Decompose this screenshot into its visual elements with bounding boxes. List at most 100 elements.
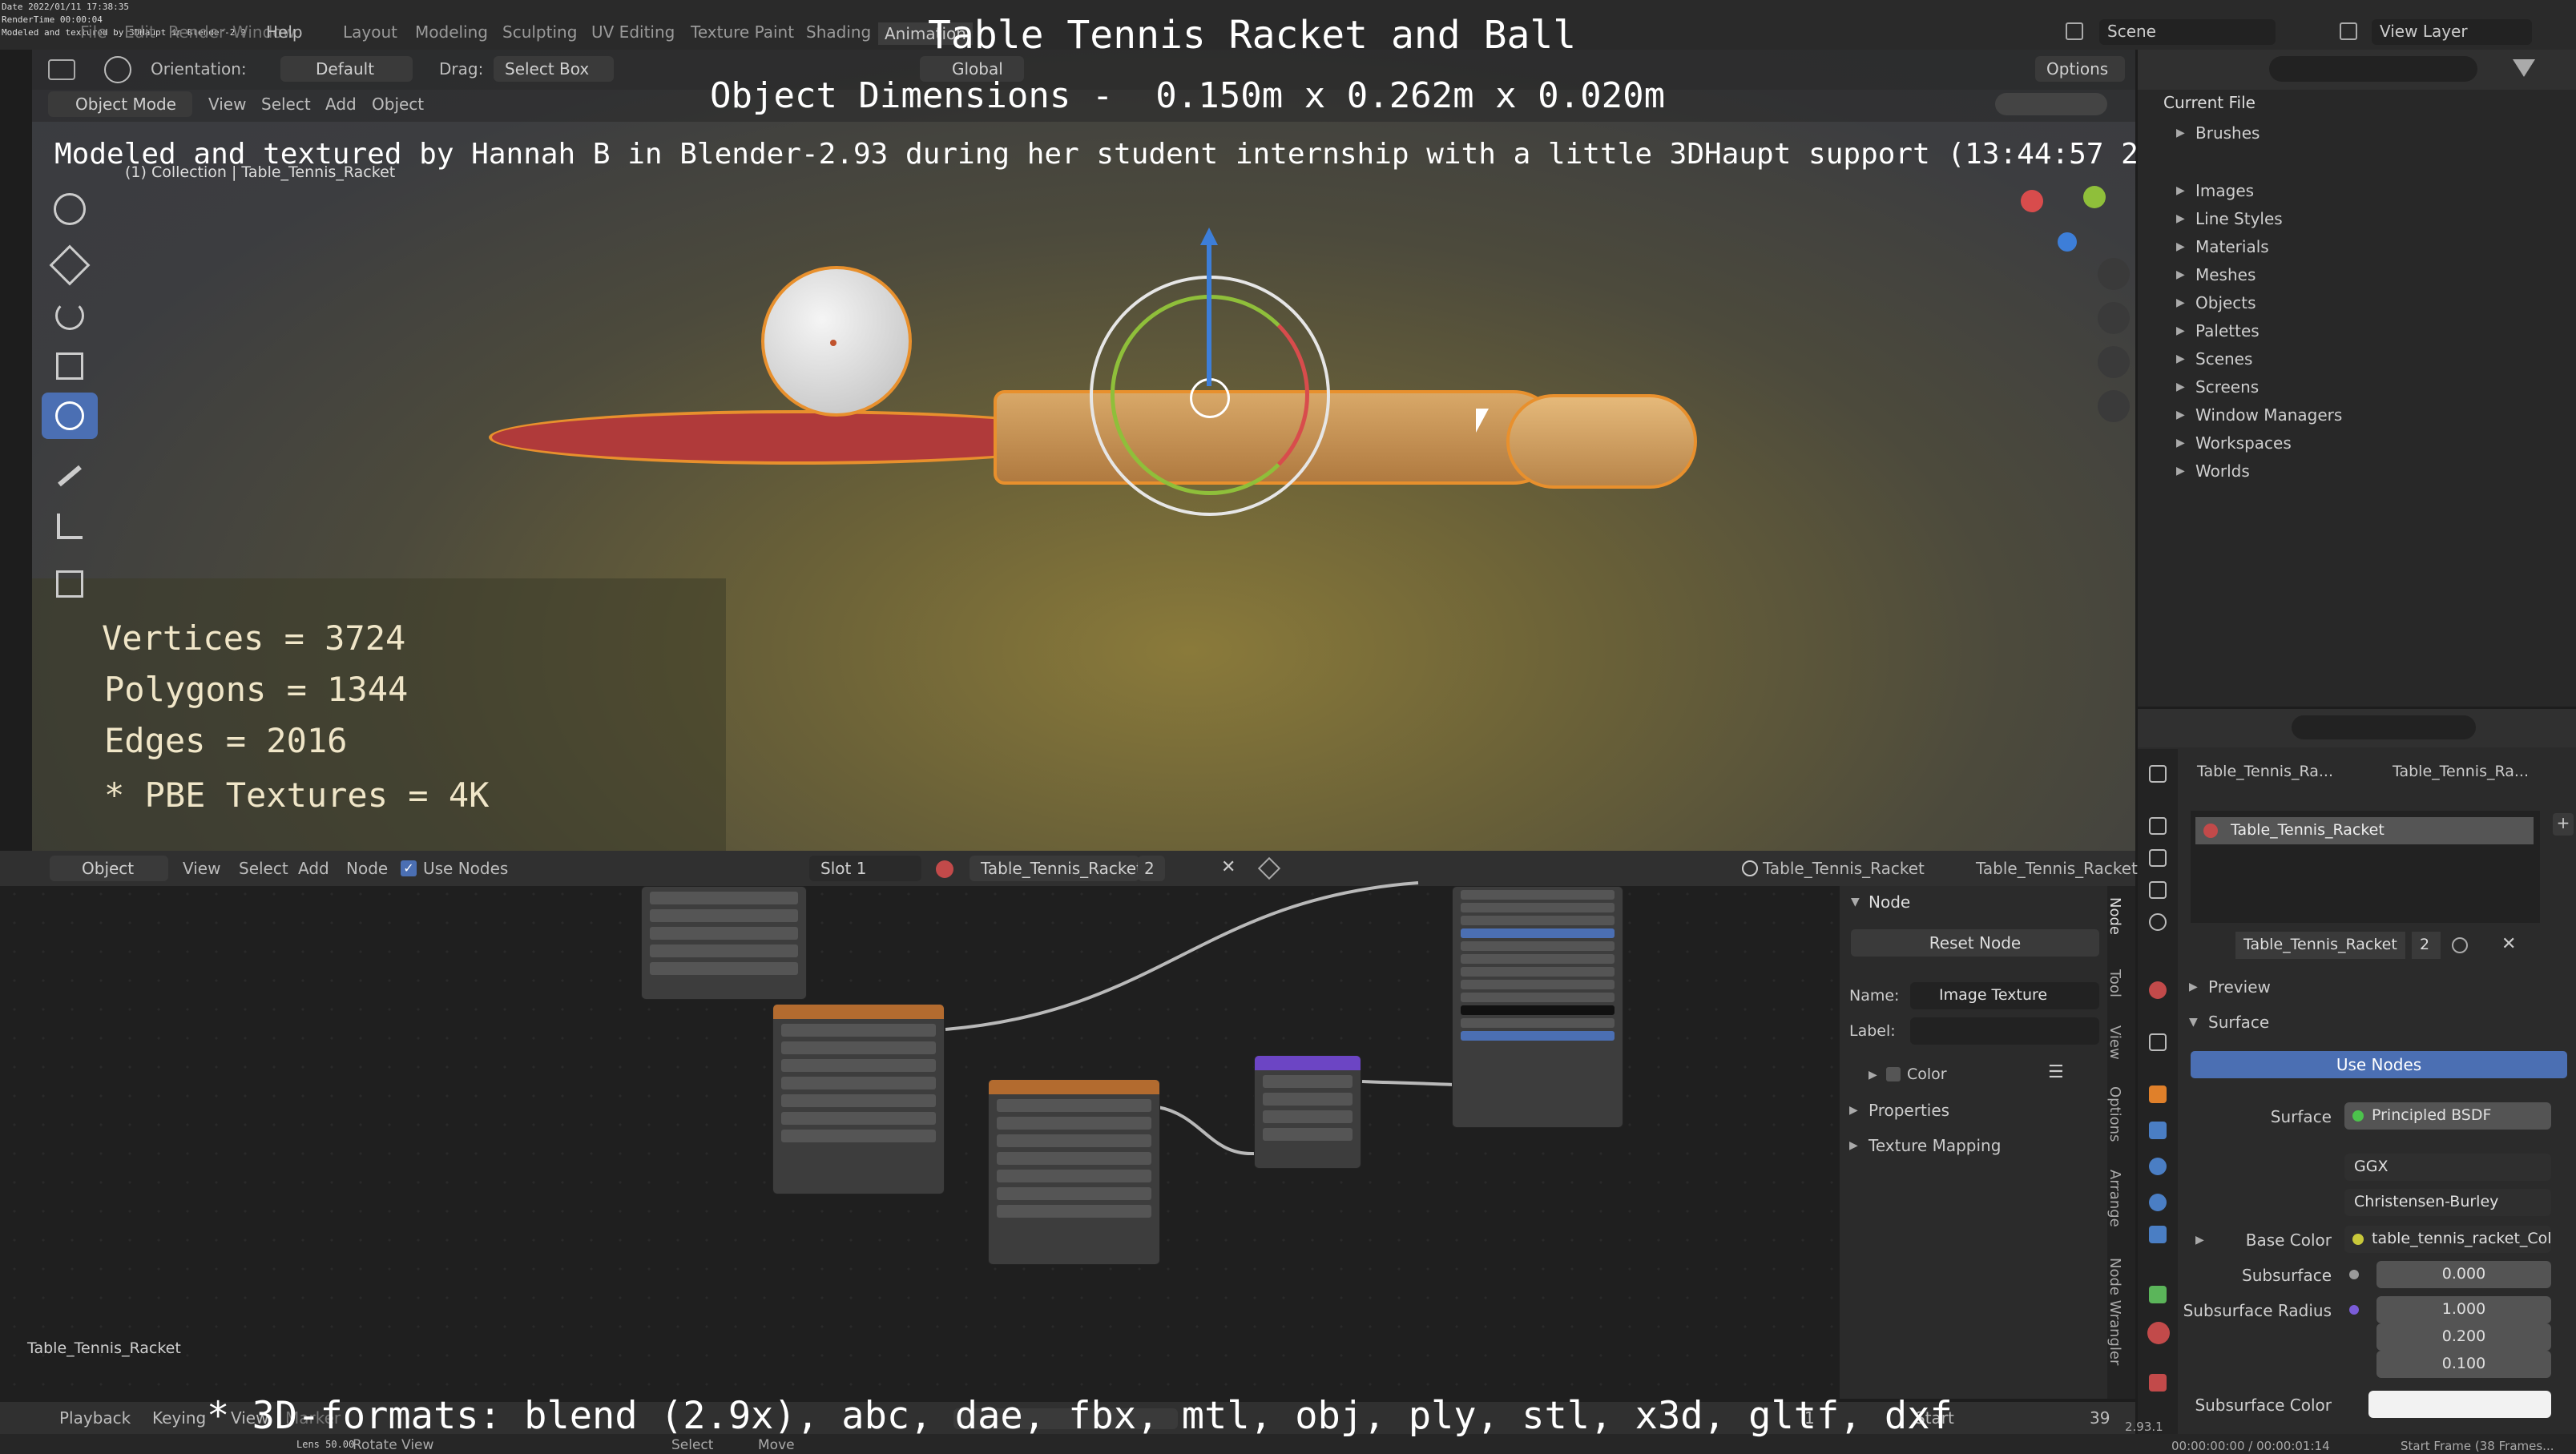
object-menu[interactable]: Object bbox=[372, 95, 424, 114]
select-tool-icon[interactable] bbox=[48, 59, 75, 80]
viewport-shading-buttons[interactable] bbox=[1995, 93, 2107, 115]
fake-user-icon[interactable] bbox=[2452, 937, 2468, 953]
menu-render[interactable]: Render bbox=[168, 22, 225, 42]
tab-texture-paint[interactable]: Texture Paint bbox=[691, 22, 794, 42]
transform-pivot-icon[interactable] bbox=[104, 56, 131, 83]
ortho-grid-icon[interactable] bbox=[2098, 390, 2130, 422]
preview-panel-header[interactable]: Preview bbox=[2208, 977, 2271, 997]
subsurface-radius-y[interactable]: 0.200 bbox=[2376, 1323, 2551, 1351]
outliner-item-worlds[interactable]: Worlds bbox=[2195, 461, 2250, 481]
modifier-tab-icon[interactable] bbox=[2149, 1122, 2167, 1139]
color-list-icon[interactable]: ☰ bbox=[2048, 1062, 2064, 1082]
scene-selector[interactable]: Scene bbox=[2099, 19, 2276, 45]
outliner-item-objects[interactable]: Objects bbox=[2195, 293, 2256, 312]
physics-tab-icon[interactable] bbox=[2149, 1194, 2167, 1211]
drag-dropdown[interactable]: Select Box bbox=[494, 56, 614, 82]
outliner-item-window-managers[interactable]: Window Managers bbox=[2195, 405, 2342, 425]
filter-icon[interactable] bbox=[2513, 59, 2535, 77]
material-tab-icon[interactable] bbox=[2147, 1322, 2170, 1344]
color-checkbox[interactable] bbox=[1886, 1067, 1901, 1081]
nav-gizmo-y[interactable] bbox=[2083, 186, 2106, 208]
texture-tab-icon[interactable] bbox=[2149, 1374, 2167, 1392]
outliner-item-screens[interactable]: Screens bbox=[2195, 377, 2259, 397]
tab-node-wrangler[interactable]: Node Wrangler bbox=[2106, 1258, 2123, 1365]
tab-node[interactable]: Node bbox=[2106, 897, 2123, 935]
expand-line-styles-icon[interactable]: ▶ bbox=[2176, 212, 2185, 225]
options-dropdown[interactable]: Options bbox=[2035, 56, 2125, 82]
menu-edit[interactable]: Edit bbox=[124, 22, 155, 42]
expand-workspaces-icon[interactable]: ▶ bbox=[2176, 437, 2185, 449]
expand-screens-icon[interactable]: ▶ bbox=[2176, 381, 2185, 393]
transform-tool-icon[interactable] bbox=[42, 393, 98, 439]
add-slot-button[interactable]: + bbox=[2553, 813, 2574, 836]
image-texture-node-normal[interactable] bbox=[988, 1079, 1160, 1265]
expand-objects-icon[interactable]: ▶ bbox=[2176, 296, 2185, 309]
annotate-tool-icon[interactable] bbox=[42, 453, 98, 499]
distribution-dropdown[interactable]: GGX bbox=[2344, 1154, 2551, 1181]
world-tab-icon[interactable] bbox=[2149, 981, 2167, 999]
pan-hand-icon[interactable] bbox=[2098, 302, 2130, 334]
preview-panel-toggle[interactable]: ▶ bbox=[2189, 981, 2198, 993]
base-color-texture-field[interactable]: table_tennis_racket_Col.j... bbox=[2344, 1226, 2551, 1253]
camera-view-icon[interactable] bbox=[2098, 346, 2130, 378]
texture-mapping-header[interactable]: Texture Mapping bbox=[1869, 1136, 2001, 1155]
color-section-toggle[interactable]: ▶ bbox=[1869, 1069, 1877, 1081]
properties-section-toggle[interactable]: ▶ bbox=[1849, 1104, 1858, 1117]
outliner-item-materials[interactable]: Materials bbox=[2195, 237, 2269, 256]
object-mode-dropdown[interactable]: Object Mode bbox=[48, 91, 192, 117]
particles-tab-icon[interactable] bbox=[2149, 1158, 2167, 1175]
object-tab-icon[interactable] bbox=[2149, 1085, 2167, 1103]
subsurface-value-field[interactable]: 0.000 bbox=[2376, 1261, 2551, 1288]
menu-file[interactable]: File bbox=[80, 22, 107, 42]
scene-tab-icon[interactable] bbox=[2149, 913, 2167, 931]
breadcrumb-material[interactable]: Table_Tennis_Ra... bbox=[2393, 763, 2529, 780]
tab-shading[interactable]: Shading bbox=[806, 22, 871, 42]
expand-images-icon[interactable]: ▶ bbox=[2176, 184, 2185, 197]
render-tab-icon[interactable] bbox=[2149, 817, 2167, 835]
expand-meshes-icon[interactable]: ▶ bbox=[2176, 268, 2185, 281]
cursor-tool-icon[interactable] bbox=[42, 186, 98, 232]
tab-tool[interactable]: Tool bbox=[2106, 969, 2123, 997]
scale-tool-icon[interactable] bbox=[42, 343, 98, 389]
expand-scenes-icon[interactable]: ▶ bbox=[2176, 352, 2185, 365]
add-menu[interactable]: Add bbox=[325, 95, 357, 114]
output-tab-icon[interactable] bbox=[2149, 849, 2167, 867]
collection-tab-icon[interactable] bbox=[2149, 1033, 2167, 1051]
add-cube-tool-icon[interactable] bbox=[42, 561, 98, 607]
surface-shader-field[interactable]: Principled BSDF bbox=[2344, 1102, 2551, 1130]
tab-modeling[interactable]: Modeling bbox=[415, 22, 488, 42]
tab-layout[interactable]: Layout bbox=[343, 22, 397, 42]
use-nodes-button[interactable]: Use Nodes bbox=[2191, 1051, 2567, 1078]
node-section-header[interactable]: Node bbox=[1869, 892, 1910, 912]
expand-palettes-icon[interactable]: ▶ bbox=[2176, 324, 2185, 337]
unlink-material-icon[interactable]: ✕ bbox=[2501, 934, 2516, 954]
material-users-count[interactable]: 2 bbox=[2412, 932, 2441, 959]
texture-mapping-toggle[interactable]: ▶ bbox=[1849, 1139, 1858, 1152]
menu-help[interactable]: Help bbox=[266, 22, 303, 42]
outliner-root[interactable]: Current File bbox=[2163, 93, 2256, 112]
constraints-tab-icon[interactable] bbox=[2149, 1226, 2167, 1243]
select-menu[interactable]: Select bbox=[261, 95, 311, 114]
outliner-item-scenes[interactable]: Scenes bbox=[2195, 349, 2252, 369]
zoom-icon[interactable] bbox=[2098, 258, 2130, 290]
gizmo-z-arrow[interactable] bbox=[1200, 228, 1218, 245]
ping-pong-ball[interactable] bbox=[761, 266, 912, 417]
image-texture-node-color[interactable] bbox=[772, 1004, 945, 1194]
reset-node-button[interactable]: Reset Node bbox=[1851, 929, 2099, 957]
tab-view[interactable]: View bbox=[2106, 1025, 2123, 1060]
surface-panel-toggle[interactable]: ▼ bbox=[2189, 1016, 2198, 1029]
subsurface-radius-z[interactable]: 0.100 bbox=[2376, 1351, 2551, 1378]
tab-options[interactable]: Options bbox=[2106, 1086, 2123, 1142]
outliner-item-workspaces[interactable]: Workspaces bbox=[2195, 433, 2292, 453]
node-section-toggle[interactable]: ▼ bbox=[1851, 896, 1860, 908]
expand-brushes-icon[interactable]: ▶ bbox=[2176, 127, 2185, 139]
node-label-field[interactable] bbox=[1910, 1017, 2099, 1045]
nav-gizmo-z[interactable] bbox=[2058, 232, 2077, 252]
outliner-item-images[interactable]: Images bbox=[2195, 181, 2254, 200]
measure-tool-icon[interactable] bbox=[42, 503, 98, 550]
node-material-crumb[interactable]: Table_Tennis_Racket bbox=[1976, 859, 2138, 878]
subsurface-method-dropdown[interactable]: Christensen-Burley bbox=[2344, 1189, 2551, 1216]
orientation-dropdown[interactable]: Default bbox=[280, 56, 413, 82]
base-color-expand[interactable]: ▶ bbox=[2195, 1234, 2204, 1247]
expand-materials-icon[interactable]: ▶ bbox=[2176, 240, 2185, 253]
